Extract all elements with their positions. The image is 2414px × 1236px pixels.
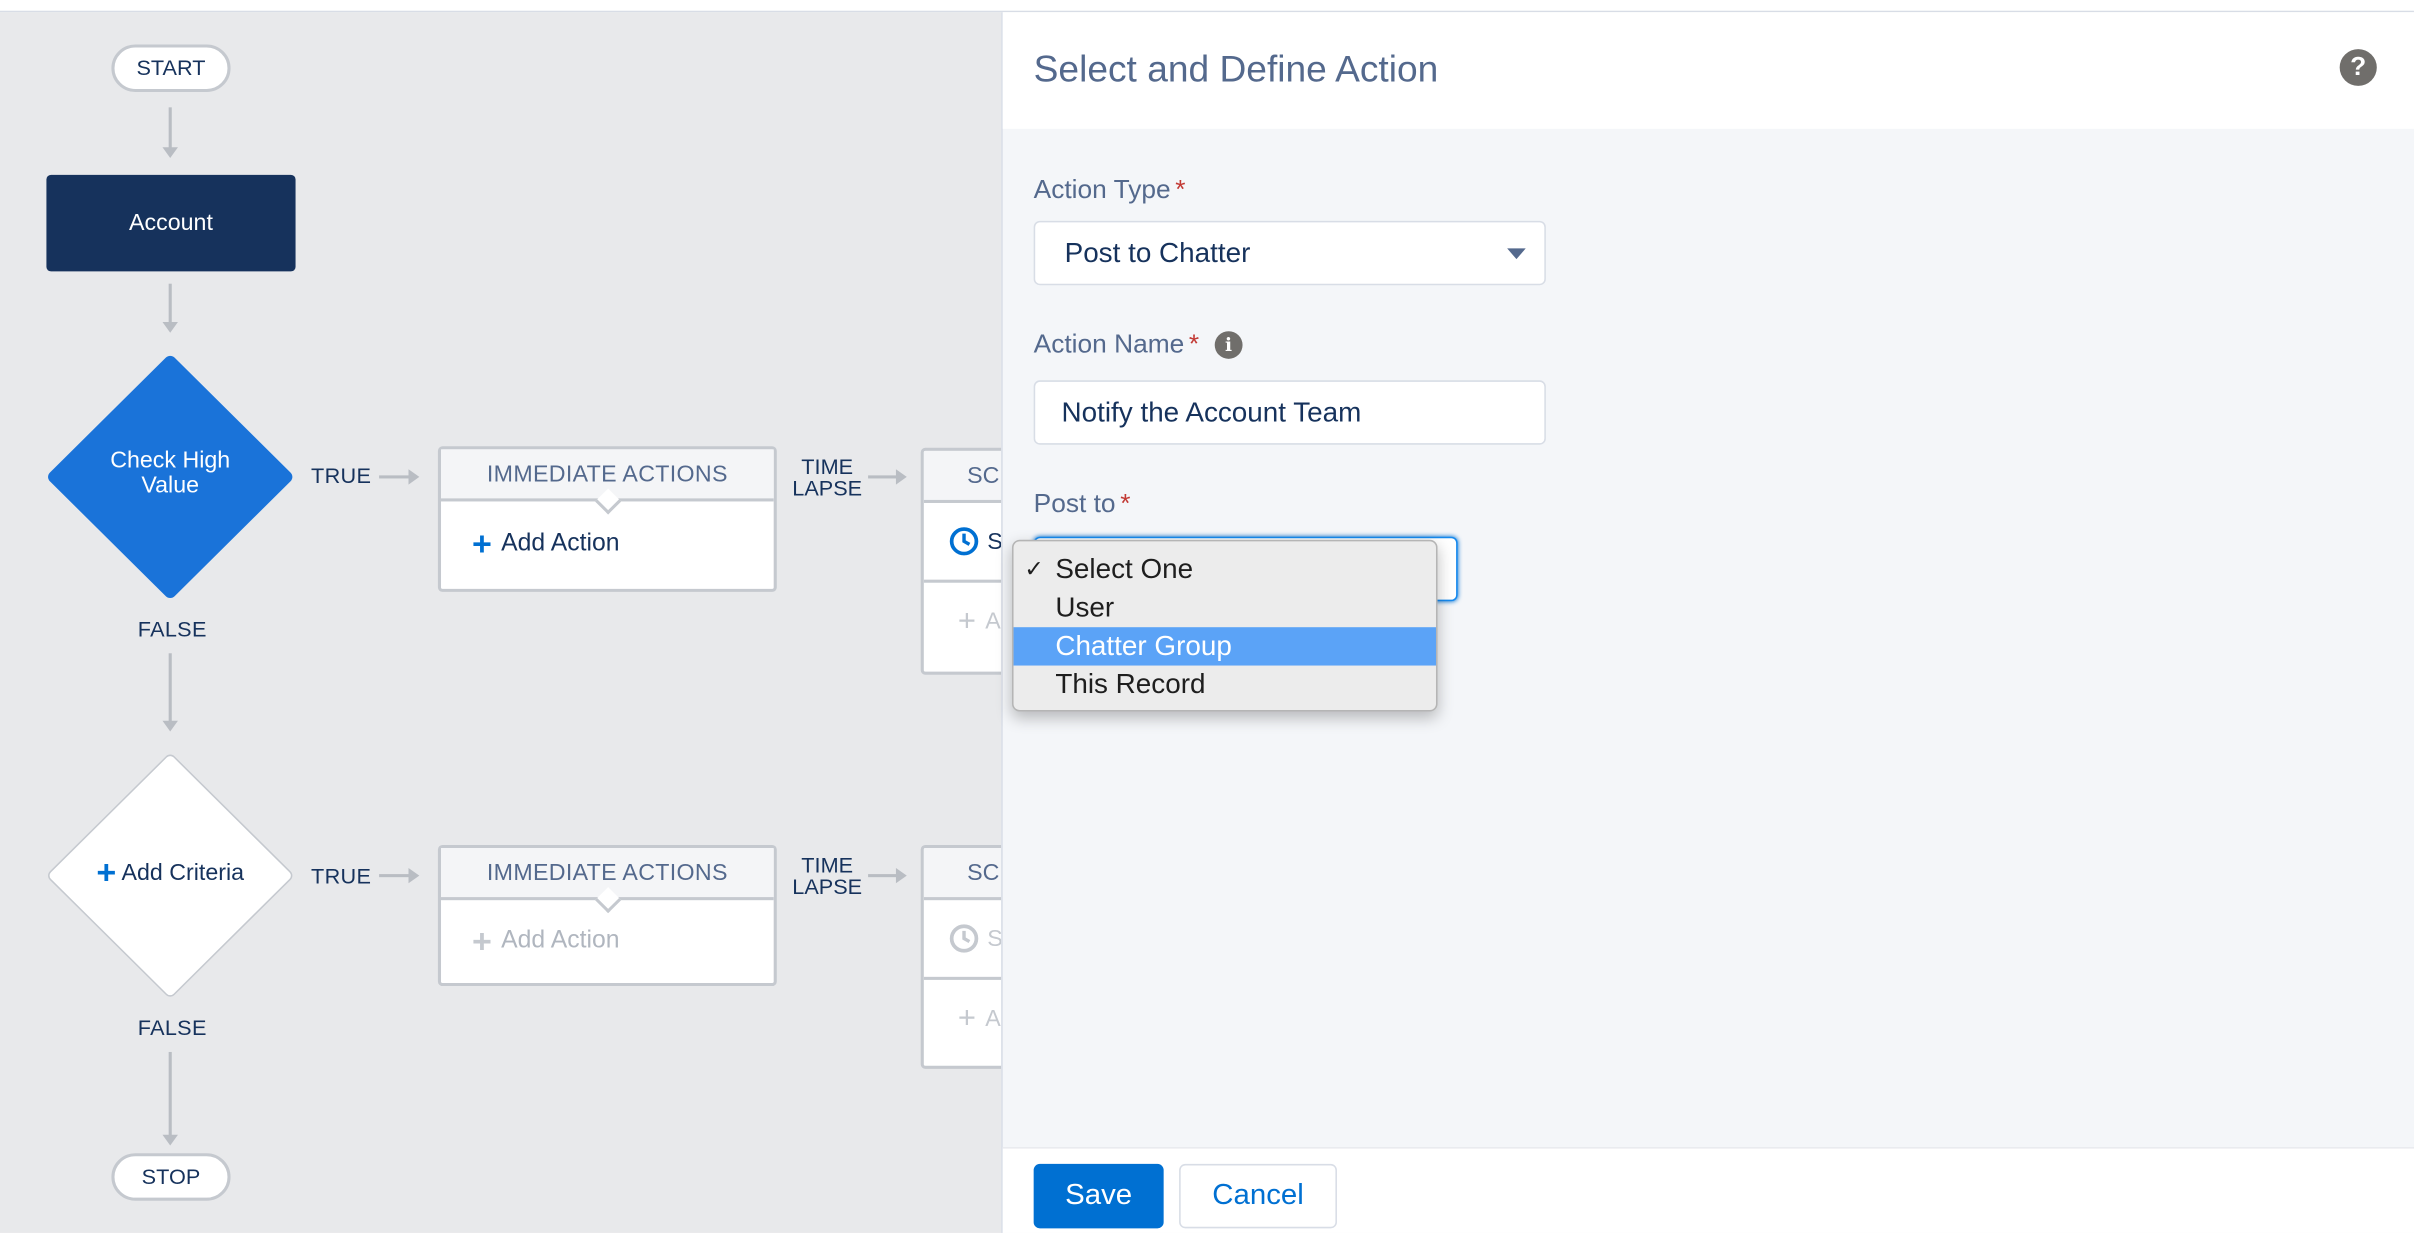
action-type-label: Action Type * (1034, 175, 1186, 206)
plus-icon: + (471, 523, 492, 563)
arrow-down-icon (162, 147, 178, 158)
connector (168, 283, 172, 326)
time-lapse-line2: LAPSE (792, 475, 863, 500)
add-action-label: Add Action (501, 529, 620, 556)
scheduled-add-action[interactable]: + A (924, 583, 1001, 660)
menu-option-select-one[interactable]: ✓ Select One (1014, 551, 1436, 589)
menu-option-label: This Record (1055, 668, 1206, 700)
immediate-actions-header: IMMEDIATE ACTIONS (486, 860, 728, 887)
post-to-dropdown-menu: ✓ Select One User Chatter Group This Rec… (1011, 539, 1438, 712)
menu-option-label: Select One (1055, 553, 1194, 585)
cancel-button[interactable]: Cancel (1179, 1163, 1337, 1229)
action-type-value: Post to Chatter (1064, 236, 1251, 268)
action-type-select[interactable]: Post to Chatter (1033, 220, 1546, 286)
scheduled-add-action: + A (957, 1000, 1001, 1035)
menu-option-chatter-group[interactable]: Chatter Group (1013, 627, 1436, 666)
panel-title: Select and Define Action (1033, 49, 1439, 91)
required-marker: * (1120, 489, 1131, 519)
arrow-right-icon (408, 469, 420, 485)
start-node: START (111, 44, 231, 93)
start-label: START (136, 55, 206, 80)
scheduled-add-label: A (985, 608, 1001, 635)
scheduled-actions-box-2: SCI S +A (920, 844, 1002, 1069)
process-canvas: START Account Check High Value TRUE IMME… (0, 12, 1002, 1233)
connector (868, 874, 900, 878)
true-label: TRUE (311, 463, 372, 488)
immediate-actions-header: IMMEDIATE ACTIONS (486, 461, 728, 488)
question-circle-icon[interactable]: ? (2339, 49, 2377, 86)
clock-icon (949, 924, 979, 953)
action-name-input[interactable]: Notify the Account Team (1033, 380, 1546, 445)
menu-option-label: Chatter Group (1055, 630, 1232, 661)
menu-option-label: User (1055, 591, 1115, 623)
false-label: FALSE (137, 1015, 207, 1040)
add-criteria-node: + Add Criteria (77, 855, 263, 889)
object-node-label: Account (129, 210, 213, 237)
object-node[interactable]: Account (46, 174, 296, 272)
chevron-down-icon (1507, 248, 1526, 260)
connector (868, 475, 900, 479)
info-icon[interactable]: i (1214, 330, 1243, 359)
clock-icon (949, 527, 979, 556)
plus-icon: + (471, 921, 492, 960)
plus-icon: + (96, 852, 117, 891)
action-name-label-text: Action Name (1033, 329, 1185, 359)
set-schedule-row-disabled: S (923, 900, 1002, 980)
immediate-actions-box-1: IMMEDIATE ACTIONS + Add Action (437, 446, 777, 592)
connector (168, 107, 172, 151)
immediate-actions-box-2: IMMEDIATE ACTIONS + Add Action (437, 844, 777, 987)
stop-label: STOP (141, 1163, 201, 1189)
menu-option-user[interactable]: User (1014, 589, 1436, 627)
set-schedule-row[interactable]: S (923, 503, 1002, 583)
time-lapse-line2: LAPSE (792, 874, 863, 899)
add-criteria-label: Add Criteria (121, 860, 245, 887)
add-action-label: Add Action (501, 927, 620, 954)
action-type-label-text: Action Type (1033, 174, 1171, 204)
post-to-label: Post to * (1034, 489, 1131, 520)
time-lapse-line1: TIME (801, 453, 854, 479)
arrow-down-icon (162, 720, 178, 732)
connector (379, 475, 411, 479)
required-marker: * (1188, 329, 1200, 359)
scheduled-row-label: S (987, 925, 1001, 951)
stop-node: STOP (111, 1153, 231, 1201)
menu-option-this-record[interactable]: This Record (1014, 666, 1436, 704)
arrow-right-icon (408, 867, 420, 884)
required-marker: * (1175, 174, 1186, 204)
save-button[interactable]: Save (1033, 1163, 1164, 1229)
action-name-label: Action Name * i (1034, 330, 1243, 361)
scheduled-header: SCI (923, 450, 1002, 503)
scheduled-add-label: A (985, 1005, 1001, 1032)
time-lapse-label: TIME LAPSE (792, 455, 862, 498)
true-label: TRUE (311, 863, 372, 888)
panel-header: Select and Define Action ? (1002, 12, 2414, 129)
action-name-value: Notify the Account Team (1061, 396, 1362, 428)
arrow-right-icon (895, 469, 907, 485)
time-lapse-label: TIME LAPSE (792, 854, 862, 897)
post-to-label-text: Post to (1033, 489, 1116, 519)
criteria-1-label: Check High Value (110, 447, 231, 499)
connector (168, 1051, 172, 1138)
arrow-right-icon (895, 867, 907, 884)
false-label: FALSE (137, 616, 207, 642)
connector (168, 653, 172, 724)
time-lapse-line1: TIME (801, 852, 854, 878)
connector (379, 874, 411, 878)
scheduled-actions-box-1: SCI S +A (920, 447, 1002, 675)
scheduled-row-label: S (987, 528, 1001, 554)
scheduled-header: SCI (923, 848, 1002, 901)
arrow-down-icon (162, 322, 178, 333)
arrow-down-icon (162, 1134, 178, 1146)
checkmark-icon: ✓ (1024, 556, 1044, 583)
panel-footer: Save Cancel (1002, 1147, 2414, 1233)
